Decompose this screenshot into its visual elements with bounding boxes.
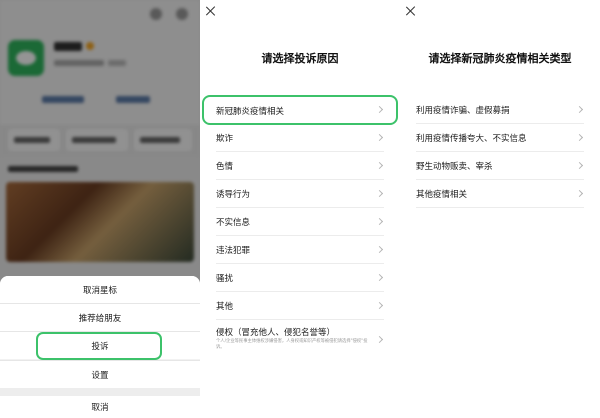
reason-label: 违法犯罪 <box>216 246 251 256</box>
recommend-to-friend-button[interactable]: 推荐给朋友 <box>0 304 200 331</box>
covid-type-panel: 请选择新冠肺炎疫情相关类型 利用疫情诈骗、虚假募捐 利用疫情传播夸大、不实信息 … <box>400 0 600 418</box>
reason-label: 骚扰 <box>216 274 234 284</box>
chevron-right-icon <box>375 161 384 170</box>
type-label: 利用疫情传播夸大、不实信息 <box>416 134 527 144</box>
reason-item-inducement[interactable]: 诱导行为 <box>200 180 400 208</box>
reason-item-fraud[interactable]: 欺诈 <box>200 124 400 152</box>
reason-description: 个人/企业等民事主体维权涉嫌侵害，人身权或知识产权等被侵犯请选择"侵权"投诉。 <box>216 339 368 350</box>
reason-item-porn[interactable]: 色情 <box>200 152 400 180</box>
chevron-right-icon <box>575 105 584 114</box>
page-title: 请选择新冠肺炎疫情相关类型 <box>428 52 572 65</box>
page-title: 请选择投诉原因 <box>261 52 339 65</box>
type-label: 野生动物贩卖、宰杀 <box>416 162 493 172</box>
chevron-right-icon <box>575 133 584 142</box>
settings-button[interactable]: 设置 <box>0 361 200 388</box>
unstar-button[interactable]: 取消星标 <box>0 276 200 303</box>
reason-label: 不实信息 <box>216 218 251 228</box>
chevron-right-icon <box>575 161 584 170</box>
type-label: 利用疫情诈骗、虚假募捐 <box>416 106 510 116</box>
reason-item-harassment[interactable]: 骚扰 <box>200 264 400 292</box>
type-item-fraud-donation[interactable]: 利用疫情诈骗、虚假募捐 <box>400 96 600 124</box>
reason-label: 侵权（冒充他人、侵犯名誉等） <box>216 328 336 338</box>
reason-item-other[interactable]: 其他 <box>200 292 400 320</box>
cancel-button[interactable]: 取消 <box>0 396 200 418</box>
complain-highlight-box <box>36 332 162 360</box>
reason-item-infringement[interactable]: 侵权（冒充他人、侵犯名誉等） 个人/企业等民事主体维权涉嫌侵害，人身权或知识产权… <box>200 320 400 360</box>
chevron-right-icon <box>375 133 384 142</box>
chevron-right-icon <box>375 273 384 282</box>
complaint-reason-panel: 请选择投诉原因 新冠肺炎疫情相关 欺诈 色情 诱导行为 不实信息 违法犯罪 骚扰… <box>200 0 400 418</box>
type-item-wildlife[interactable]: 野生动物贩卖、宰杀 <box>400 152 600 180</box>
sheet-gap <box>0 388 200 396</box>
chevron-right-icon <box>575 189 584 198</box>
chevron-right-icon <box>375 301 384 310</box>
reason-label: 诱导行为 <box>216 190 251 200</box>
reason-item-crime[interactable]: 违法犯罪 <box>200 236 400 264</box>
chevron-right-icon <box>375 189 384 198</box>
reason-label: 欺诈 <box>216 134 234 144</box>
reason-item-false-info[interactable]: 不实信息 <box>200 208 400 236</box>
chevron-right-icon <box>375 245 384 254</box>
reason-label: 其他 <box>216 302 234 312</box>
account-profile-panel: 取消星标 推荐给朋友 投诉 设置 取消 <box>0 0 200 418</box>
type-item-other[interactable]: 其他疫情相关 <box>400 180 600 208</box>
chevron-right-icon <box>375 335 384 344</box>
type-label: 其他疫情相关 <box>416 190 468 200</box>
close-icon[interactable] <box>204 4 218 18</box>
chevron-right-icon <box>375 217 384 226</box>
type-item-false-info[interactable]: 利用疫情传播夸大、不实信息 <box>400 124 600 152</box>
divider <box>416 207 584 208</box>
reason-label: 色情 <box>216 162 234 172</box>
close-icon[interactable] <box>404 4 418 18</box>
covid-reason-highlight-box <box>202 95 398 125</box>
